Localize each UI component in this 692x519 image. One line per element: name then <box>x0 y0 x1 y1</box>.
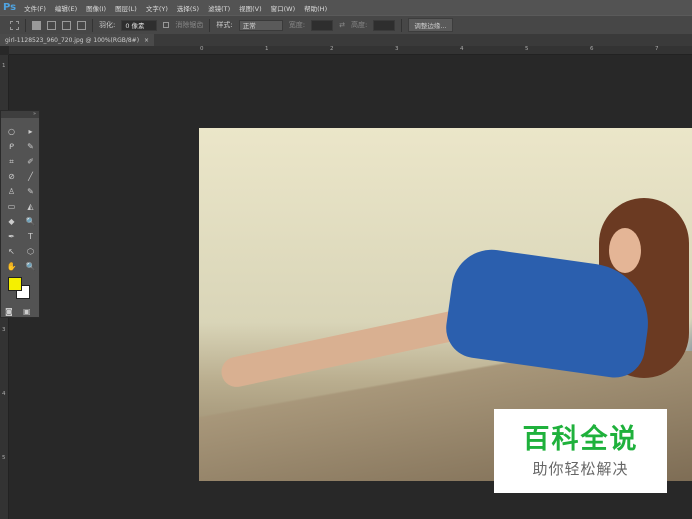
watermark-subtitle: 助你轻松解决 <box>532 460 629 478</box>
screen-mode-icon[interactable]: ▣ <box>23 307 31 316</box>
ruler-label: 1 <box>265 46 269 52</box>
quick-mask-icon[interactable]: ◙ <box>5 307 13 316</box>
type-tool[interactable]: T <box>21 231 40 243</box>
divider <box>401 18 403 32</box>
divider <box>92 18 93 32</box>
crop-tool[interactable]: ⌗ <box>2 156 21 168</box>
watermark-title: 百科全说 <box>522 424 639 455</box>
healing-brush-tool[interactable]: ⊘ <box>2 171 21 183</box>
tools-panel: » ○ ▸ ᑭ ✎ ⌗ ✐ ⊘ ╱ ♙ ✎ ▭ ◭ ◆ 🔍 ✒ T ↖ ⬡ ✋ … <box>0 110 40 318</box>
height-input[interactable] <box>373 19 396 31</box>
subtract-selection-button[interactable] <box>62 20 71 30</box>
feather-label: 羽化: <box>99 21 116 29</box>
blur-tool[interactable]: ◆ <box>2 216 21 228</box>
document-tabs: girl-1128523_960_720.jpg @ 100%(RGB/8#) … <box>0 34 692 46</box>
width-label: 宽度: <box>288 21 306 29</box>
add-selection-button[interactable] <box>47 20 56 30</box>
menu-edit[interactable]: 编辑(E) <box>55 3 77 13</box>
ruler-horizontal: 0 1 2 3 4 5 6 7 <box>9 46 692 55</box>
eraser-tool[interactable]: ▭ <box>2 201 21 213</box>
shape-tool[interactable]: ⬡ <box>21 246 40 258</box>
ruler-label: 3 <box>395 46 399 52</box>
document-tab-title: girl-1128523_960_720.jpg @ 100%(RGB/8#) <box>5 36 140 44</box>
menu-select[interactable]: 选择(S) <box>177 3 199 13</box>
ruler-label: 0 <box>200 46 204 52</box>
photoshop-logo: Ps <box>3 2 17 13</box>
hand-tool[interactable]: ✋ <box>2 261 21 273</box>
ruler-label: 4 <box>2 391 6 397</box>
antialias-label: 消除锯齿 <box>175 21 204 29</box>
width-input[interactable] <box>311 19 334 31</box>
model-face <box>609 228 641 273</box>
menu-view[interactable]: 视图(V) <box>239 3 262 13</box>
ruler-label: 7 <box>655 46 659 52</box>
dodge-tool[interactable]: 🔍 <box>21 216 40 228</box>
intersect-selection-button[interactable] <box>77 20 86 30</box>
close-icon[interactable]: × <box>144 37 149 44</box>
swap-icon[interactable]: ⇄ <box>339 21 345 29</box>
style-label: 样式: <box>216 21 233 29</box>
ruler-label: 3 <box>2 327 6 333</box>
quick-select-tool[interactable]: ✎ <box>21 141 40 153</box>
history-brush-tool[interactable]: ✎ <box>21 186 40 198</box>
watermark: 百科全说 助你轻松解决 <box>494 409 667 493</box>
move-tool[interactable]: ▸ <box>21 126 40 138</box>
new-selection-button[interactable] <box>32 20 41 30</box>
zoom-tool[interactable]: 🔍 <box>21 261 40 273</box>
foreground-color-swatch[interactable] <box>8 277 22 291</box>
divider <box>209 18 211 32</box>
path-select-tool[interactable]: ↖ <box>2 246 21 258</box>
document-tab[interactable]: girl-1128523_960_720.jpg @ 100%(RGB/8#) … <box>0 34 155 46</box>
menu-window[interactable]: 窗口(W) <box>271 3 296 13</box>
ruler-label: 5 <box>525 46 529 52</box>
divider <box>25 18 26 32</box>
pen-tool[interactable]: ✒ <box>2 231 21 243</box>
ruler-label: 1 <box>2 63 6 69</box>
eyedropper-tool[interactable]: ✐ <box>21 156 40 168</box>
height-label: 高度: <box>350 21 368 29</box>
ruler-label: 2 <box>330 46 334 52</box>
menu-help[interactable]: 帮助(H) <box>304 3 327 13</box>
ruler-label: 5 <box>2 455 6 461</box>
menu-image[interactable]: 图像(I) <box>86 3 106 13</box>
marquee-tool-preset[interactable] <box>10 20 19 30</box>
menu-filter[interactable]: 滤镜(T) <box>208 3 230 13</box>
feather-input[interactable]: 0 像素 <box>121 19 158 31</box>
style-select[interactable]: 正常 <box>238 19 283 31</box>
options-bar: 羽化: 0 像素 消除锯齿 样式: 正常 宽度: ⇄ 高度: 调整边缘... <box>0 15 692 34</box>
clone-stamp-tool[interactable]: ♙ <box>2 186 21 198</box>
antialias-checkbox[interactable] <box>163 22 170 28</box>
ruler-label: 6 <box>590 46 594 52</box>
refine-edge-button[interactable]: 调整边缘... <box>408 18 453 32</box>
menu-file[interactable]: 文件(F) <box>24 3 46 13</box>
ruler-label: 4 <box>460 46 464 52</box>
menu-type[interactable]: 文字(Y) <box>146 3 168 13</box>
menu-layer[interactable]: 图层(L) <box>115 3 137 13</box>
paint-bucket-tool[interactable]: ◭ <box>21 201 40 213</box>
lasso-tool[interactable]: ᑭ <box>2 141 21 153</box>
brush-tool[interactable]: ╱ <box>21 171 40 183</box>
panel-header[interactable]: » <box>1 111 39 118</box>
menu-bar: Ps 文件(F) 编辑(E) 图像(I) 图层(L) 文字(Y) 选择(S) 滤… <box>0 0 692 15</box>
marquee-tool[interactable]: ○ <box>2 126 21 138</box>
